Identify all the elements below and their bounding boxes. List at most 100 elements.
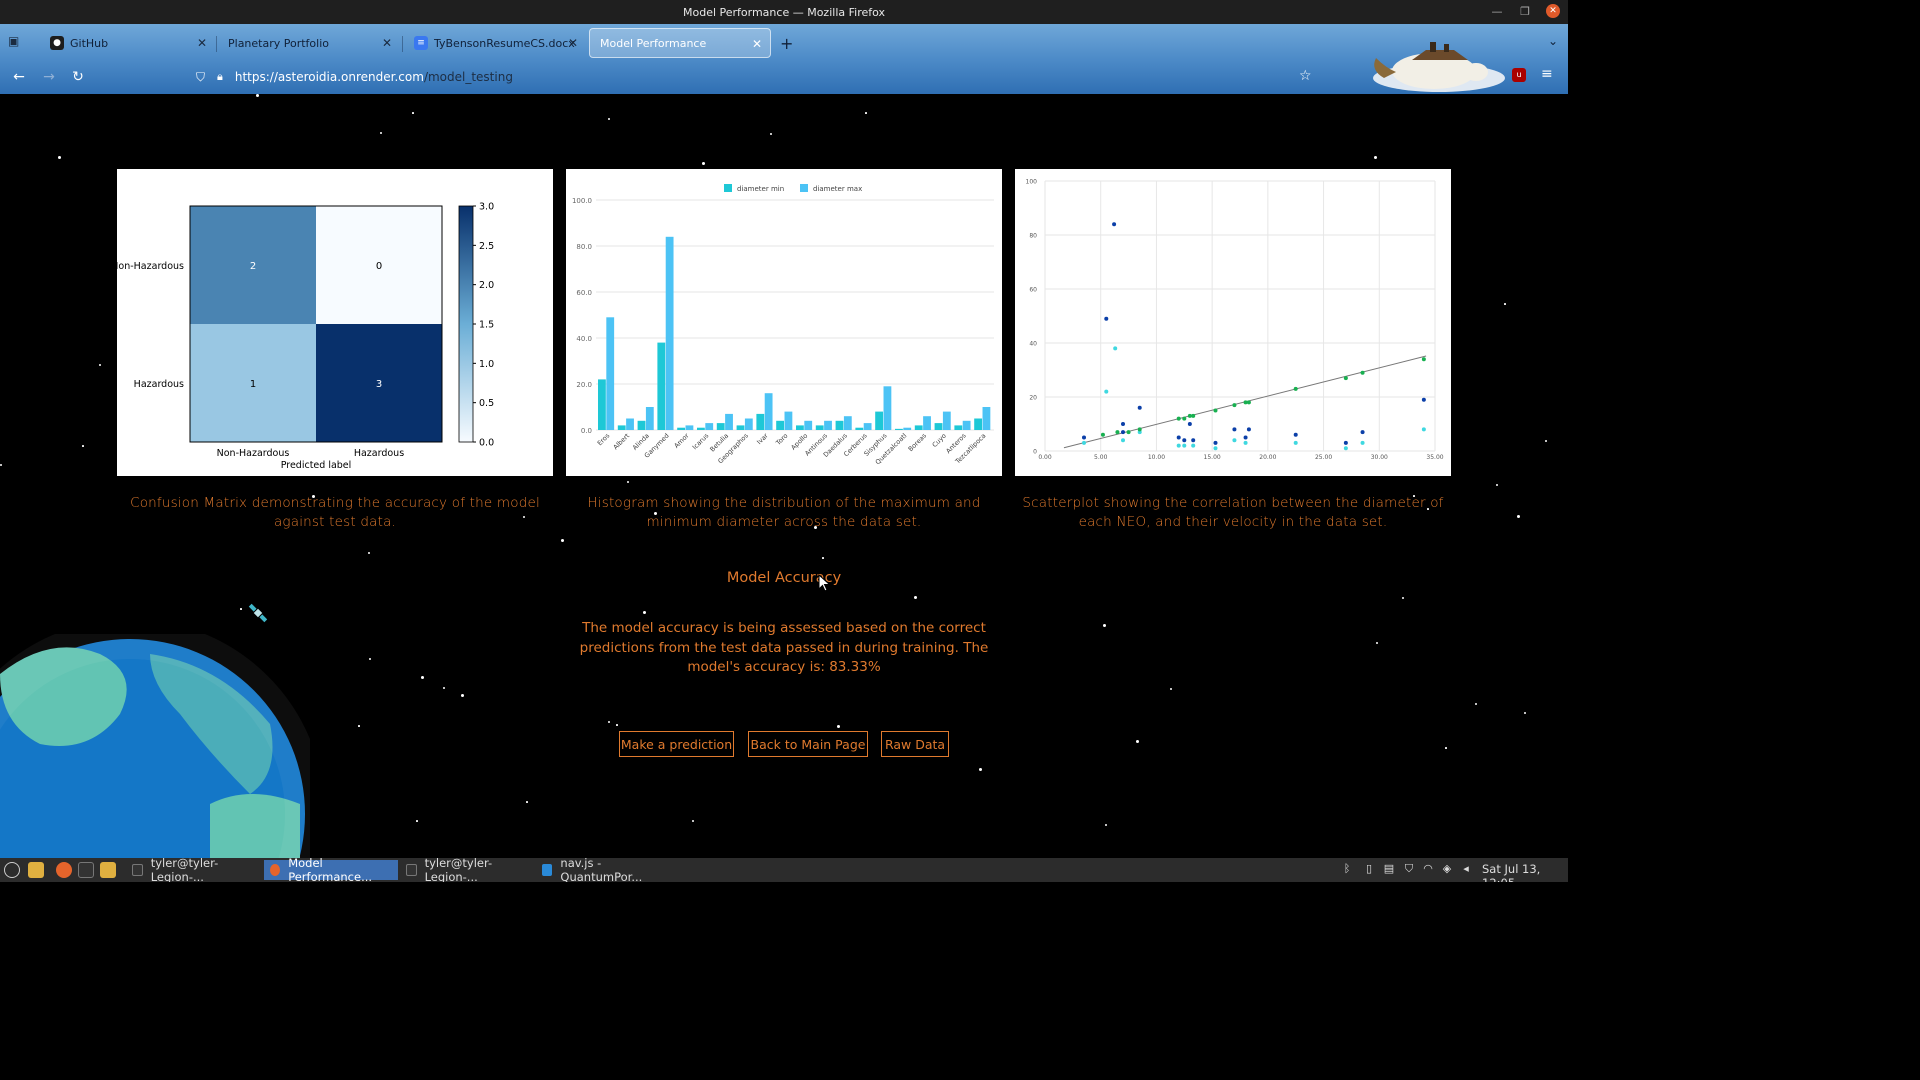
confusion-matrix-card: 2 0 1 3 Non-Hazardous Hazardous Non-Hazardous H… (111, 169, 553, 476)
histogram-bar (954, 425, 963, 430)
tab-model-performance[interactable]: Model Performance ✕ (589, 28, 771, 58)
scatter-point (1176, 443, 1181, 448)
tab-resume[interactable]: ≡ TyBensonResumeCS.docx ✕ (404, 28, 586, 58)
terminal-icon[interactable] (78, 862, 94, 878)
tab-close-icon[interactable]: ✕ (197, 36, 207, 50)
battery-icon[interactable]: ▯ (1362, 862, 1376, 876)
scatter-point (1421, 357, 1426, 362)
y-tick-label: 60.0 (576, 289, 592, 297)
bluetooth-icon[interactable]: ᛒ (1340, 862, 1354, 876)
histogram-bar (863, 423, 872, 430)
histogram-bar (756, 413, 765, 430)
scatter-point (1213, 408, 1218, 413)
taskbar-item-terminal-2[interactable]: tyler@tyler-Legion-... (400, 856, 534, 882)
tab-list-icon[interactable]: ▣ (8, 34, 24, 50)
folder-icon[interactable] (100, 862, 116, 878)
y-tick-label: 20 (1029, 395, 1037, 402)
histogram-bar (903, 427, 912, 430)
window-titlebar: Model Performance — Mozilla Firefox — ❐ … (0, 0, 1568, 24)
histogram-bar (725, 413, 733, 430)
url-text[interactable]: https://asteroidia.onrender.com/model_te… (235, 70, 513, 84)
taskbar-item-vscode[interactable]: nav.js - QuantumPor... (536, 856, 676, 882)
scatter-point (1121, 438, 1125, 443)
menu-icon[interactable]: ≡ (1541, 66, 1553, 82)
histogram-bar (705, 423, 714, 430)
histogram-bar (895, 428, 903, 430)
tab-close-icon[interactable]: ✕ (382, 36, 392, 50)
forward-icon[interactable]: → (40, 68, 58, 86)
files-icon[interactable] (28, 862, 44, 878)
security-shield-icon[interactable]: ⛉ (1402, 862, 1416, 876)
new-tab-icon[interactable]: + (780, 34, 793, 53)
tab-github[interactable]: ● GitHub ✕ (40, 28, 215, 58)
taskbar-item-label: tyler@tyler-Legion-... (424, 856, 493, 882)
reload-icon[interactable]: ↻ (69, 68, 87, 86)
lock-icon[interactable]: 🔒︎ (217, 70, 223, 84)
chevron-down-icon[interactable]: ⌄ (1548, 34, 1558, 48)
scatter-point (1187, 422, 1192, 426)
scatter-point (1246, 427, 1251, 432)
model-accuracy-heading: Model Accuracy (726, 570, 842, 586)
histogram-bar (736, 425, 745, 430)
histogram-bar (637, 420, 646, 430)
taskbar: tyler@tyler-Legion-... Model Performance… (0, 856, 1568, 882)
scatter-point (1343, 440, 1348, 445)
back-icon[interactable]: ← (10, 68, 28, 86)
update-icon[interactable]: ◈ (1440, 862, 1454, 876)
x-tick-label: 20.00 (1259, 454, 1276, 461)
star (822, 557, 824, 559)
y-tick-label: 20.0 (576, 381, 592, 389)
x-tick-label: 0.00 (1038, 454, 1052, 461)
scatter-point (1191, 413, 1196, 418)
scatter-point (1176, 416, 1181, 421)
x-tick-label: 35.00 (1426, 454, 1443, 461)
wifi-icon[interactable]: ◠ (1421, 862, 1435, 876)
satellite-icon (248, 603, 268, 623)
maximize-icon[interactable]: ❐ (1518, 5, 1532, 18)
shield-icon[interactable]: ⛉ (196, 70, 205, 85)
start-menu-icon[interactable] (4, 862, 20, 878)
clipboard-icon[interactable]: ▤ (1382, 862, 1396, 876)
star (368, 552, 370, 554)
star (443, 687, 445, 689)
close-window-icon[interactable]: ✕ (1546, 4, 1560, 18)
minimize-icon[interactable]: — (1490, 5, 1504, 18)
tab-planetary-portfolio[interactable]: Planetary Portfolio ✕ (218, 28, 400, 58)
earth-illustration (0, 634, 310, 858)
star (702, 162, 705, 165)
confusion-matrix-caption: Confusion Matrix demonstrating the accur… (130, 495, 540, 530)
tab-close-icon[interactable]: ✕ (568, 36, 578, 50)
tab-label: Planetary Portfolio (228, 36, 330, 50)
taskbar-item-terminal-1[interactable]: tyler@tyler-Legion-... (126, 856, 262, 882)
x-tick-label: Cuyo (931, 432, 948, 449)
star (99, 364, 101, 366)
tab-label: Model Performance (600, 36, 707, 50)
histogram-bar (843, 416, 852, 430)
url-bar[interactable]: ⛉ 🔒︎ https://asteroidia.onrender.com/mod… (190, 65, 1330, 89)
window-title: Model Performance — Mozilla Firefox (682, 5, 886, 19)
confusion-matrix-chart: 2 0 1 3 Non-Hazardous Hazardous Non-Hazardous H… (111, 202, 494, 472)
scatter-point (1082, 440, 1086, 445)
star (461, 694, 464, 697)
star (979, 768, 982, 771)
y-tick-label: 60 (1029, 287, 1037, 294)
make-prediction-button[interactable]: Make a prediction (619, 731, 734, 757)
histogram-bar (657, 342, 666, 430)
histogram-bar (974, 418, 983, 430)
star (412, 112, 414, 114)
back-to-main-button[interactable]: Back to Main Page (748, 731, 868, 757)
firefox-icon[interactable] (56, 862, 72, 878)
taskbar-item-firefox[interactable]: Model Performance... (264, 856, 398, 882)
star (1105, 824, 1107, 826)
x-tick-label: Eros (596, 431, 612, 447)
bookmark-star-icon[interactable]: ☆ (1299, 68, 1312, 84)
volume-icon[interactable]: ◂ (1459, 862, 1473, 876)
star (416, 820, 418, 822)
tab-close-icon[interactable]: ✕ (752, 37, 762, 51)
docs-icon: ≡ (414, 36, 428, 50)
star (1517, 515, 1520, 518)
histogram-chart: 100.080.060.040.020.00.0Eros Albert Alinda… (572, 184, 994, 466)
colorbar-tick-label: 0.5 (479, 398, 494, 409)
ublock-icon[interactable]: u (1512, 68, 1526, 82)
raw-data-button[interactable]: Raw Data (881, 731, 949, 757)
